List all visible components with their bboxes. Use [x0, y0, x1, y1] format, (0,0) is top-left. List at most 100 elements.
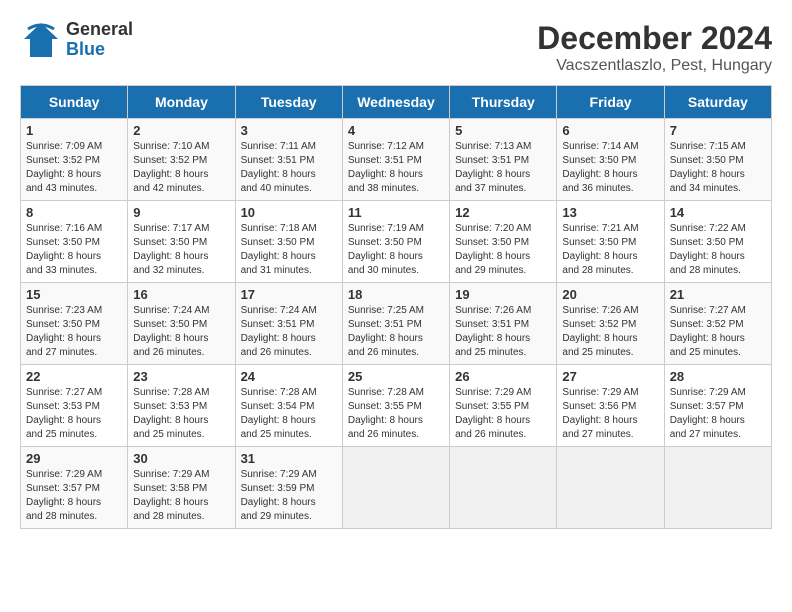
day-info-line: and 37 minutes. [455, 183, 526, 194]
calendar-cell: 4Sunrise: 7:12 AMSunset: 3:51 PMDaylight… [342, 119, 449, 201]
day-info-line: Sunset: 3:55 PM [348, 401, 422, 412]
day-info-line: Daylight: 8 hours [241, 251, 316, 262]
day-content: Sunrise: 7:21 AMSunset: 3:50 PMDaylight:… [562, 222, 658, 278]
day-info-line: Sunrise: 7:29 AM [133, 469, 209, 480]
day-info-line: and 27 minutes. [562, 429, 633, 440]
day-content: Sunrise: 7:28 AMSunset: 3:54 PMDaylight:… [241, 386, 337, 442]
calendar-cell [450, 447, 557, 529]
day-info-line: Sunrise: 7:21 AM [562, 223, 638, 234]
day-info-line: Sunrise: 7:28 AM [133, 387, 209, 398]
day-info-line: and 25 minutes. [26, 429, 97, 440]
day-info-line: Sunset: 3:50 PM [133, 319, 207, 330]
day-number: 21 [670, 287, 766, 302]
day-info-line: Daylight: 8 hours [348, 169, 423, 180]
day-content: Sunrise: 7:24 AMSunset: 3:50 PMDaylight:… [133, 304, 229, 360]
day-info-line: and 38 minutes. [348, 183, 419, 194]
day-info-line: Daylight: 8 hours [562, 415, 637, 426]
day-info-line: Daylight: 8 hours [241, 169, 316, 180]
day-info-line: Daylight: 8 hours [133, 333, 208, 344]
day-info-line: Sunrise: 7:12 AM [348, 141, 424, 152]
day-number: 20 [562, 287, 658, 302]
header-day-friday: Friday [557, 86, 664, 119]
day-info-line: Daylight: 8 hours [26, 169, 101, 180]
day-info-line: Sunrise: 7:29 AM [26, 469, 102, 480]
calendar-cell: 13Sunrise: 7:21 AMSunset: 3:50 PMDayligh… [557, 201, 664, 283]
day-info-line: Sunrise: 7:09 AM [26, 141, 102, 152]
day-content: Sunrise: 7:27 AMSunset: 3:52 PMDaylight:… [670, 304, 766, 360]
day-number: 30 [133, 451, 229, 466]
day-info-line: Sunrise: 7:26 AM [455, 305, 531, 316]
day-info-line: Daylight: 8 hours [670, 169, 745, 180]
day-info-line: and 25 minutes. [562, 347, 633, 358]
day-info-line: Sunset: 3:50 PM [133, 237, 207, 248]
day-info-line: Sunrise: 7:18 AM [241, 223, 317, 234]
day-info-line: and 30 minutes. [348, 265, 419, 276]
day-info-line: Daylight: 8 hours [455, 169, 530, 180]
calendar-cell: 23Sunrise: 7:28 AMSunset: 3:53 PMDayligh… [128, 365, 235, 447]
day-content: Sunrise: 7:11 AMSunset: 3:51 PMDaylight:… [241, 140, 337, 196]
header-day-wednesday: Wednesday [342, 86, 449, 119]
day-content: Sunrise: 7:24 AMSunset: 3:51 PMDaylight:… [241, 304, 337, 360]
calendar-cell: 14Sunrise: 7:22 AMSunset: 3:50 PMDayligh… [664, 201, 771, 283]
day-info-line: Sunset: 3:51 PM [241, 319, 315, 330]
calendar-cell: 5Sunrise: 7:13 AMSunset: 3:51 PMDaylight… [450, 119, 557, 201]
day-info-line: Sunrise: 7:24 AM [241, 305, 317, 316]
day-content: Sunrise: 7:26 AMSunset: 3:51 PMDaylight:… [455, 304, 551, 360]
calendar-cell: 17Sunrise: 7:24 AMSunset: 3:51 PMDayligh… [235, 283, 342, 365]
day-info-line: and 25 minutes. [455, 347, 526, 358]
calendar-cell: 19Sunrise: 7:26 AMSunset: 3:51 PMDayligh… [450, 283, 557, 365]
day-info-line: Sunrise: 7:14 AM [562, 141, 638, 152]
day-info-line: Daylight: 8 hours [562, 169, 637, 180]
calendar-table: SundayMondayTuesdayWednesdayThursdayFrid… [20, 85, 772, 529]
day-info-line: Sunrise: 7:29 AM [562, 387, 638, 398]
day-number: 12 [455, 205, 551, 220]
day-info-line: Sunset: 3:59 PM [241, 483, 315, 494]
day-info-line: Sunset: 3:51 PM [455, 319, 529, 330]
day-info-line: and 25 minutes. [241, 429, 312, 440]
header-day-thursday: Thursday [450, 86, 557, 119]
day-content: Sunrise: 7:17 AMSunset: 3:50 PMDaylight:… [133, 222, 229, 278]
calendar-cell: 24Sunrise: 7:28 AMSunset: 3:54 PMDayligh… [235, 365, 342, 447]
day-content: Sunrise: 7:16 AMSunset: 3:50 PMDaylight:… [26, 222, 122, 278]
day-info-line: Sunrise: 7:19 AM [348, 223, 424, 234]
day-info-line: Sunrise: 7:27 AM [26, 387, 102, 398]
day-info-line: and 26 minutes. [348, 347, 419, 358]
day-info-line: Sunset: 3:50 PM [670, 237, 744, 248]
day-info-line: Daylight: 8 hours [26, 497, 101, 508]
day-number: 8 [26, 205, 122, 220]
day-info-line: and 29 minutes. [455, 265, 526, 276]
calendar-cell: 22Sunrise: 7:27 AMSunset: 3:53 PMDayligh… [21, 365, 128, 447]
day-number: 17 [241, 287, 337, 302]
day-info-line: Sunrise: 7:17 AM [133, 223, 209, 234]
day-number: 23 [133, 369, 229, 384]
day-info-line: Daylight: 8 hours [133, 497, 208, 508]
calendar-week-2: 8 Sunrise: 7:16 AMSunset: 3:50 PMDaylight… [21, 201, 772, 283]
calendar-header: SundayMondayTuesdayWednesdayThursdayFrid… [21, 86, 772, 119]
day-number: 31 [241, 451, 337, 466]
calendar-cell: 6Sunrise: 7:14 AMSunset: 3:50 PMDaylight… [557, 119, 664, 201]
day-number: 26 [455, 369, 551, 384]
logo-text: General Blue [66, 20, 133, 60]
calendar-cell: 28 Sunrise: 7:29 AMSunset: 3:57 PMDayligh… [664, 365, 771, 447]
calendar-cell: 3Sunrise: 7:11 AMSunset: 3:51 PMDaylight… [235, 119, 342, 201]
day-number: 5 [455, 123, 551, 138]
day-content: Sunrise: 7:29 AMSunset: 3:57 PMDaylight:… [670, 386, 766, 442]
day-info-line: Sunset: 3:52 PM [26, 155, 100, 166]
calendar-cell [557, 447, 664, 529]
day-info-line: Daylight: 8 hours [562, 333, 637, 344]
page-header: General Blue December 2024 Vacszentlaszl… [20, 20, 772, 75]
day-content: Sunrise: 7:12 AM Sunset: 3:51 PM Daylight:… [348, 140, 444, 196]
day-content: Sunrise: 7:14 AMSunset: 3:50 PMDaylight:… [562, 140, 658, 196]
day-content: Sunrise: 7:29 AMSunset: 3:58 PMDaylight:… [133, 468, 229, 524]
calendar-cell: 16Sunrise: 7:24 AMSunset: 3:50 PMDayligh… [128, 283, 235, 365]
day-info-line: Daylight: 8 hours [26, 415, 101, 426]
calendar-cell: 31Sunrise: 7:29 AMSunset: 3:59 PMDayligh… [235, 447, 342, 529]
logo: General Blue [20, 20, 133, 60]
day-info-line: Sunset: 3:51 PM [348, 155, 422, 166]
day-number: 28 [670, 369, 766, 384]
day-info-line: and 36 minutes. [562, 183, 633, 194]
day-number: 29 [26, 451, 122, 466]
day-info-line: Sunrise: 7:15 AM [670, 141, 746, 152]
calendar-title: December 2024 [537, 20, 772, 57]
day-content: Sunrise: 7:26 AMSunset: 3:52 PMDaylight:… [562, 304, 658, 360]
